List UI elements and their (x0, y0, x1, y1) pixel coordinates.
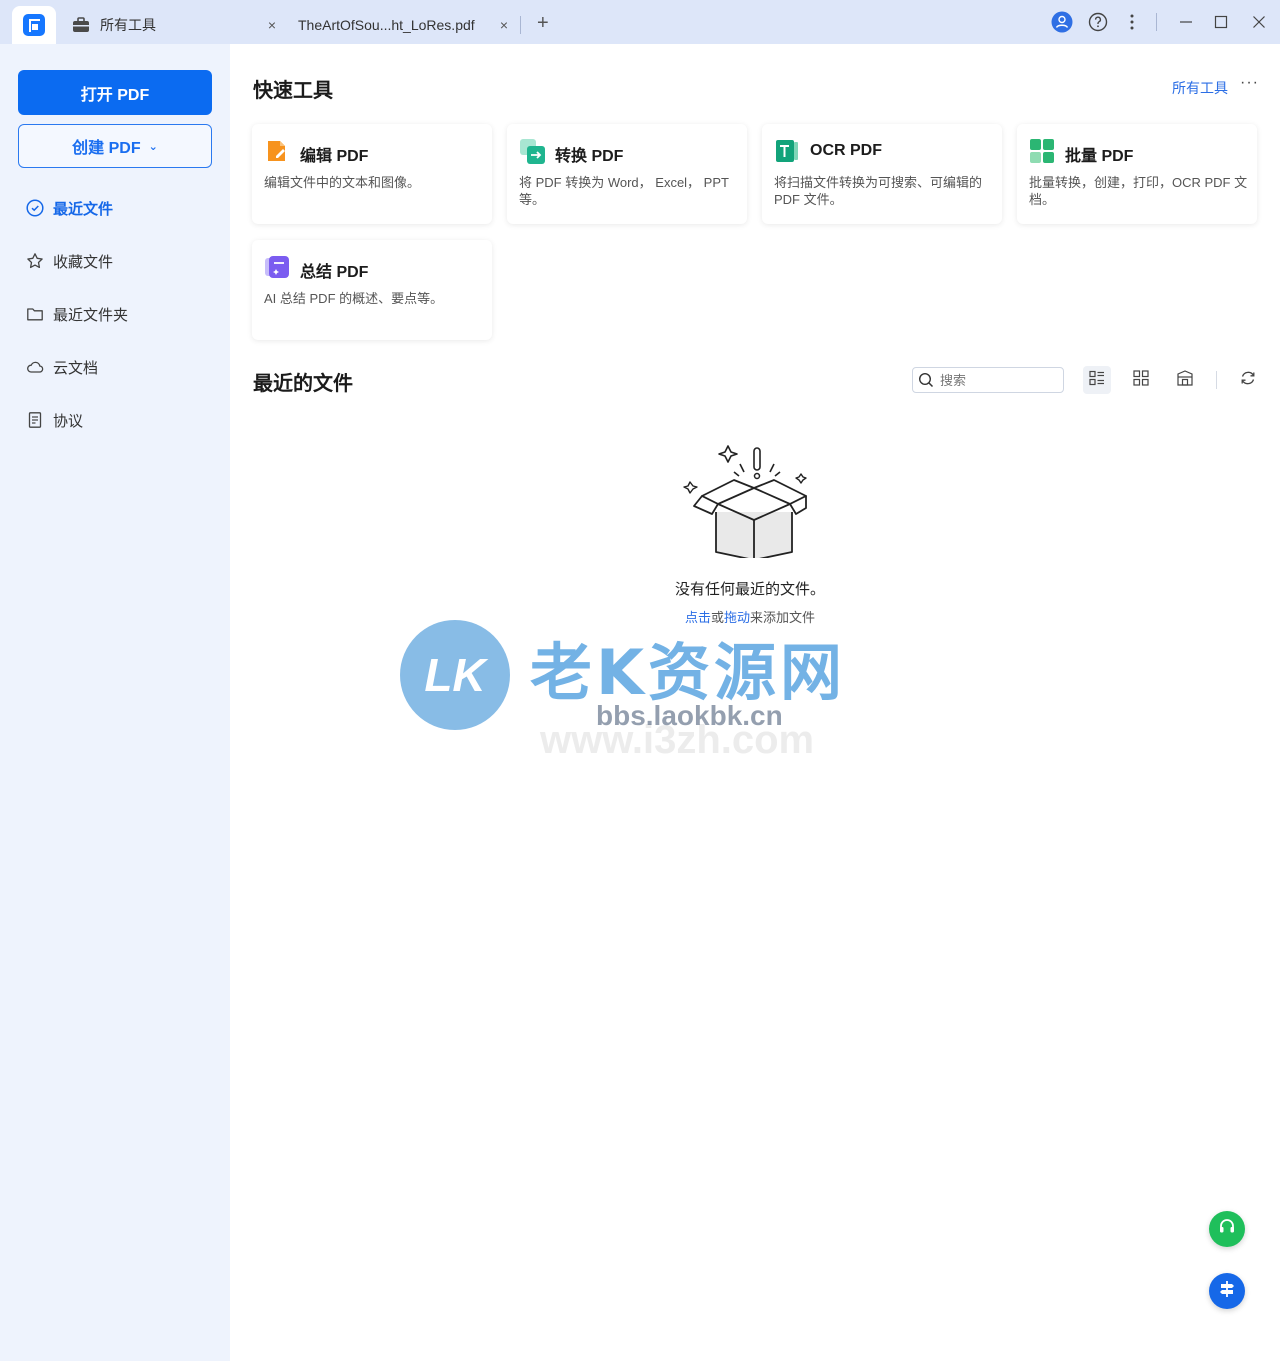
all-tools-link[interactable]: 所有工具 (1172, 78, 1228, 98)
briefcase-icon (72, 17, 90, 33)
tab-close-icon[interactable]: × (268, 17, 276, 33)
tab-close-icon[interactable]: × (500, 17, 508, 33)
sidebar-item-label: 协议 (53, 412, 84, 430)
list-view-button[interactable] (1083, 366, 1111, 394)
titlebar-divider (1156, 13, 1157, 31)
card-description: 将 PDF 转换为 Word， Excel， PPT 等。 (519, 175, 729, 207)
help-icon[interactable] (1086, 10, 1110, 34)
tool-card-batch-pdf[interactable]: 批量 PDF 批量转换，创建，打印，OCR PDF 文档。 (1017, 124, 1257, 224)
edit-pdf-icon (264, 138, 290, 164)
quick-tools-title: 快速工具 (253, 80, 333, 102)
sidebar-item-recent-files[interactable]: 最近文件 (26, 196, 113, 220)
search-input[interactable] (940, 372, 1050, 388)
recent-files-title: 最近的文件 (253, 373, 353, 395)
app-logo-icon[interactable] (12, 6, 56, 44)
card-description: 编辑文件中的文本和图像。 (264, 175, 421, 190)
card-description: 将扫描文件转换为可搜索、可编辑的 PDF 文件。 (774, 175, 983, 207)
folder-icon (26, 305, 44, 323)
document-icon (26, 411, 44, 429)
empty-box-icon (682, 434, 808, 561)
card-title: 编辑 PDF (300, 148, 369, 165)
ocr-pdf-icon (774, 138, 800, 164)
main-content: 快速工具 所有工具 ··· 编辑 PDF 编辑文件中的文本和图像。 转换 PDF… (230, 44, 1280, 1361)
headset-icon (1217, 1217, 1237, 1242)
hint-or-text: 或 (710, 610, 724, 625)
list-view-icon (1088, 369, 1106, 392)
toolbar-divider (1216, 371, 1217, 389)
open-pdf-button[interactable]: 打开 PDF (18, 70, 212, 115)
sidebar-item-label: 最近文件 (53, 200, 114, 218)
grid-view-button[interactable] (1127, 366, 1155, 394)
minimize-icon[interactable] (1175, 10, 1197, 34)
more-options-icon[interactable]: ··· (1240, 74, 1259, 92)
empty-state-hint: 点击或拖动来添加文件 (630, 607, 870, 626)
sidebar-item-favorites[interactable]: 收藏文件 (26, 249, 113, 273)
feedback-button[interactable] (1209, 1273, 1245, 1309)
card-title: 批量 PDF (1065, 148, 1134, 165)
drag-to-add-link[interactable]: 拖动 (724, 610, 750, 625)
sidebar-item-label: 云文档 (53, 359, 99, 377)
tool-card-summarize-pdf[interactable]: 总结 PDF AI 总结 PDF 的概述、要点等。 (252, 240, 492, 340)
summarize-pdf-icon (264, 254, 290, 280)
tool-card-convert-pdf[interactable]: 转换 PDF 将 PDF 转换为 Word， Excel， PPT 等。 (507, 124, 747, 224)
create-pdf-label: 创建 PDF (72, 140, 141, 157)
search-field[interactable] (912, 367, 1064, 393)
grid-view-icon (1132, 369, 1150, 392)
new-tab-button[interactable]: + (537, 12, 549, 35)
account-avatar-icon[interactable] (1050, 10, 1074, 34)
card-title: 总结 PDF (300, 264, 369, 281)
close-window-icon[interactable] (1248, 10, 1270, 34)
card-title: 转换 PDF (555, 148, 624, 165)
card-description: AI 总结 PDF 的概述、要点等。 (264, 291, 444, 306)
chevron-down-icon: ⌄ (148, 140, 158, 153)
cloud-icon (26, 358, 44, 376)
title-bar: 所有工具 × TheArtOfSou...ht_LoRes.pdf × + (0, 0, 1280, 44)
tab-label: 所有工具 (100, 17, 156, 33)
tab-label: TheArtOfSou...ht_LoRes.pdf (298, 17, 475, 33)
empty-state-text: 没有任何最近的文件。 (674, 581, 825, 598)
tab-divider (520, 16, 521, 34)
convert-pdf-icon (519, 138, 545, 164)
tool-card-ocr-pdf[interactable]: OCR PDF 将扫描文件转换为可搜索、可编辑的 PDF 文件。 (762, 124, 1002, 224)
create-pdf-button[interactable]: 创建 PDF ⌄ (18, 124, 212, 168)
search-icon (918, 372, 934, 388)
sidebar-item-recent-folders[interactable]: 最近文件夹 (26, 302, 128, 326)
tab-document[interactable]: TheArtOfSou...ht_LoRes.pdf × (290, 6, 520, 44)
maximize-icon[interactable] (1210, 10, 1232, 34)
more-menu-icon[interactable] (1122, 10, 1142, 34)
tool-card-edit-pdf[interactable]: 编辑 PDF 编辑文件中的文本和图像。 (252, 124, 492, 224)
refresh-button[interactable] (1234, 366, 1262, 394)
batch-pdf-icon (1029, 138, 1055, 164)
clock-icon (26, 199, 44, 217)
card-title: OCR PDF (810, 142, 882, 159)
open-pdf-label: 打开 PDF (80, 86, 150, 104)
signpost-icon (1217, 1279, 1237, 1304)
star-icon (26, 252, 44, 270)
sidebar-item-label: 收藏文件 (53, 253, 114, 271)
hint-rest-text: 来添加文件 (750, 610, 816, 625)
archive-icon (1176, 369, 1194, 392)
storage-button[interactable] (1171, 366, 1199, 394)
card-description: 批量转换，创建，打印，OCR PDF 文档。 (1029, 175, 1248, 207)
sidebar-item-label: 最近文件夹 (53, 306, 129, 324)
sidebar: 打开 PDF 创建 PDF ⌄ 最近文件 收藏文件 最近文件夹 云文档 协议 (0, 44, 230, 1361)
sidebar-item-agreement[interactable]: 协议 (26, 408, 83, 432)
tab-all-tools[interactable]: 所有工具 × (60, 6, 286, 44)
customer-support-button[interactable] (1209, 1211, 1245, 1247)
sidebar-item-cloud-docs[interactable]: 云文档 (26, 355, 98, 379)
refresh-icon (1239, 369, 1257, 392)
click-to-add-link[interactable]: 点击 (685, 610, 711, 625)
